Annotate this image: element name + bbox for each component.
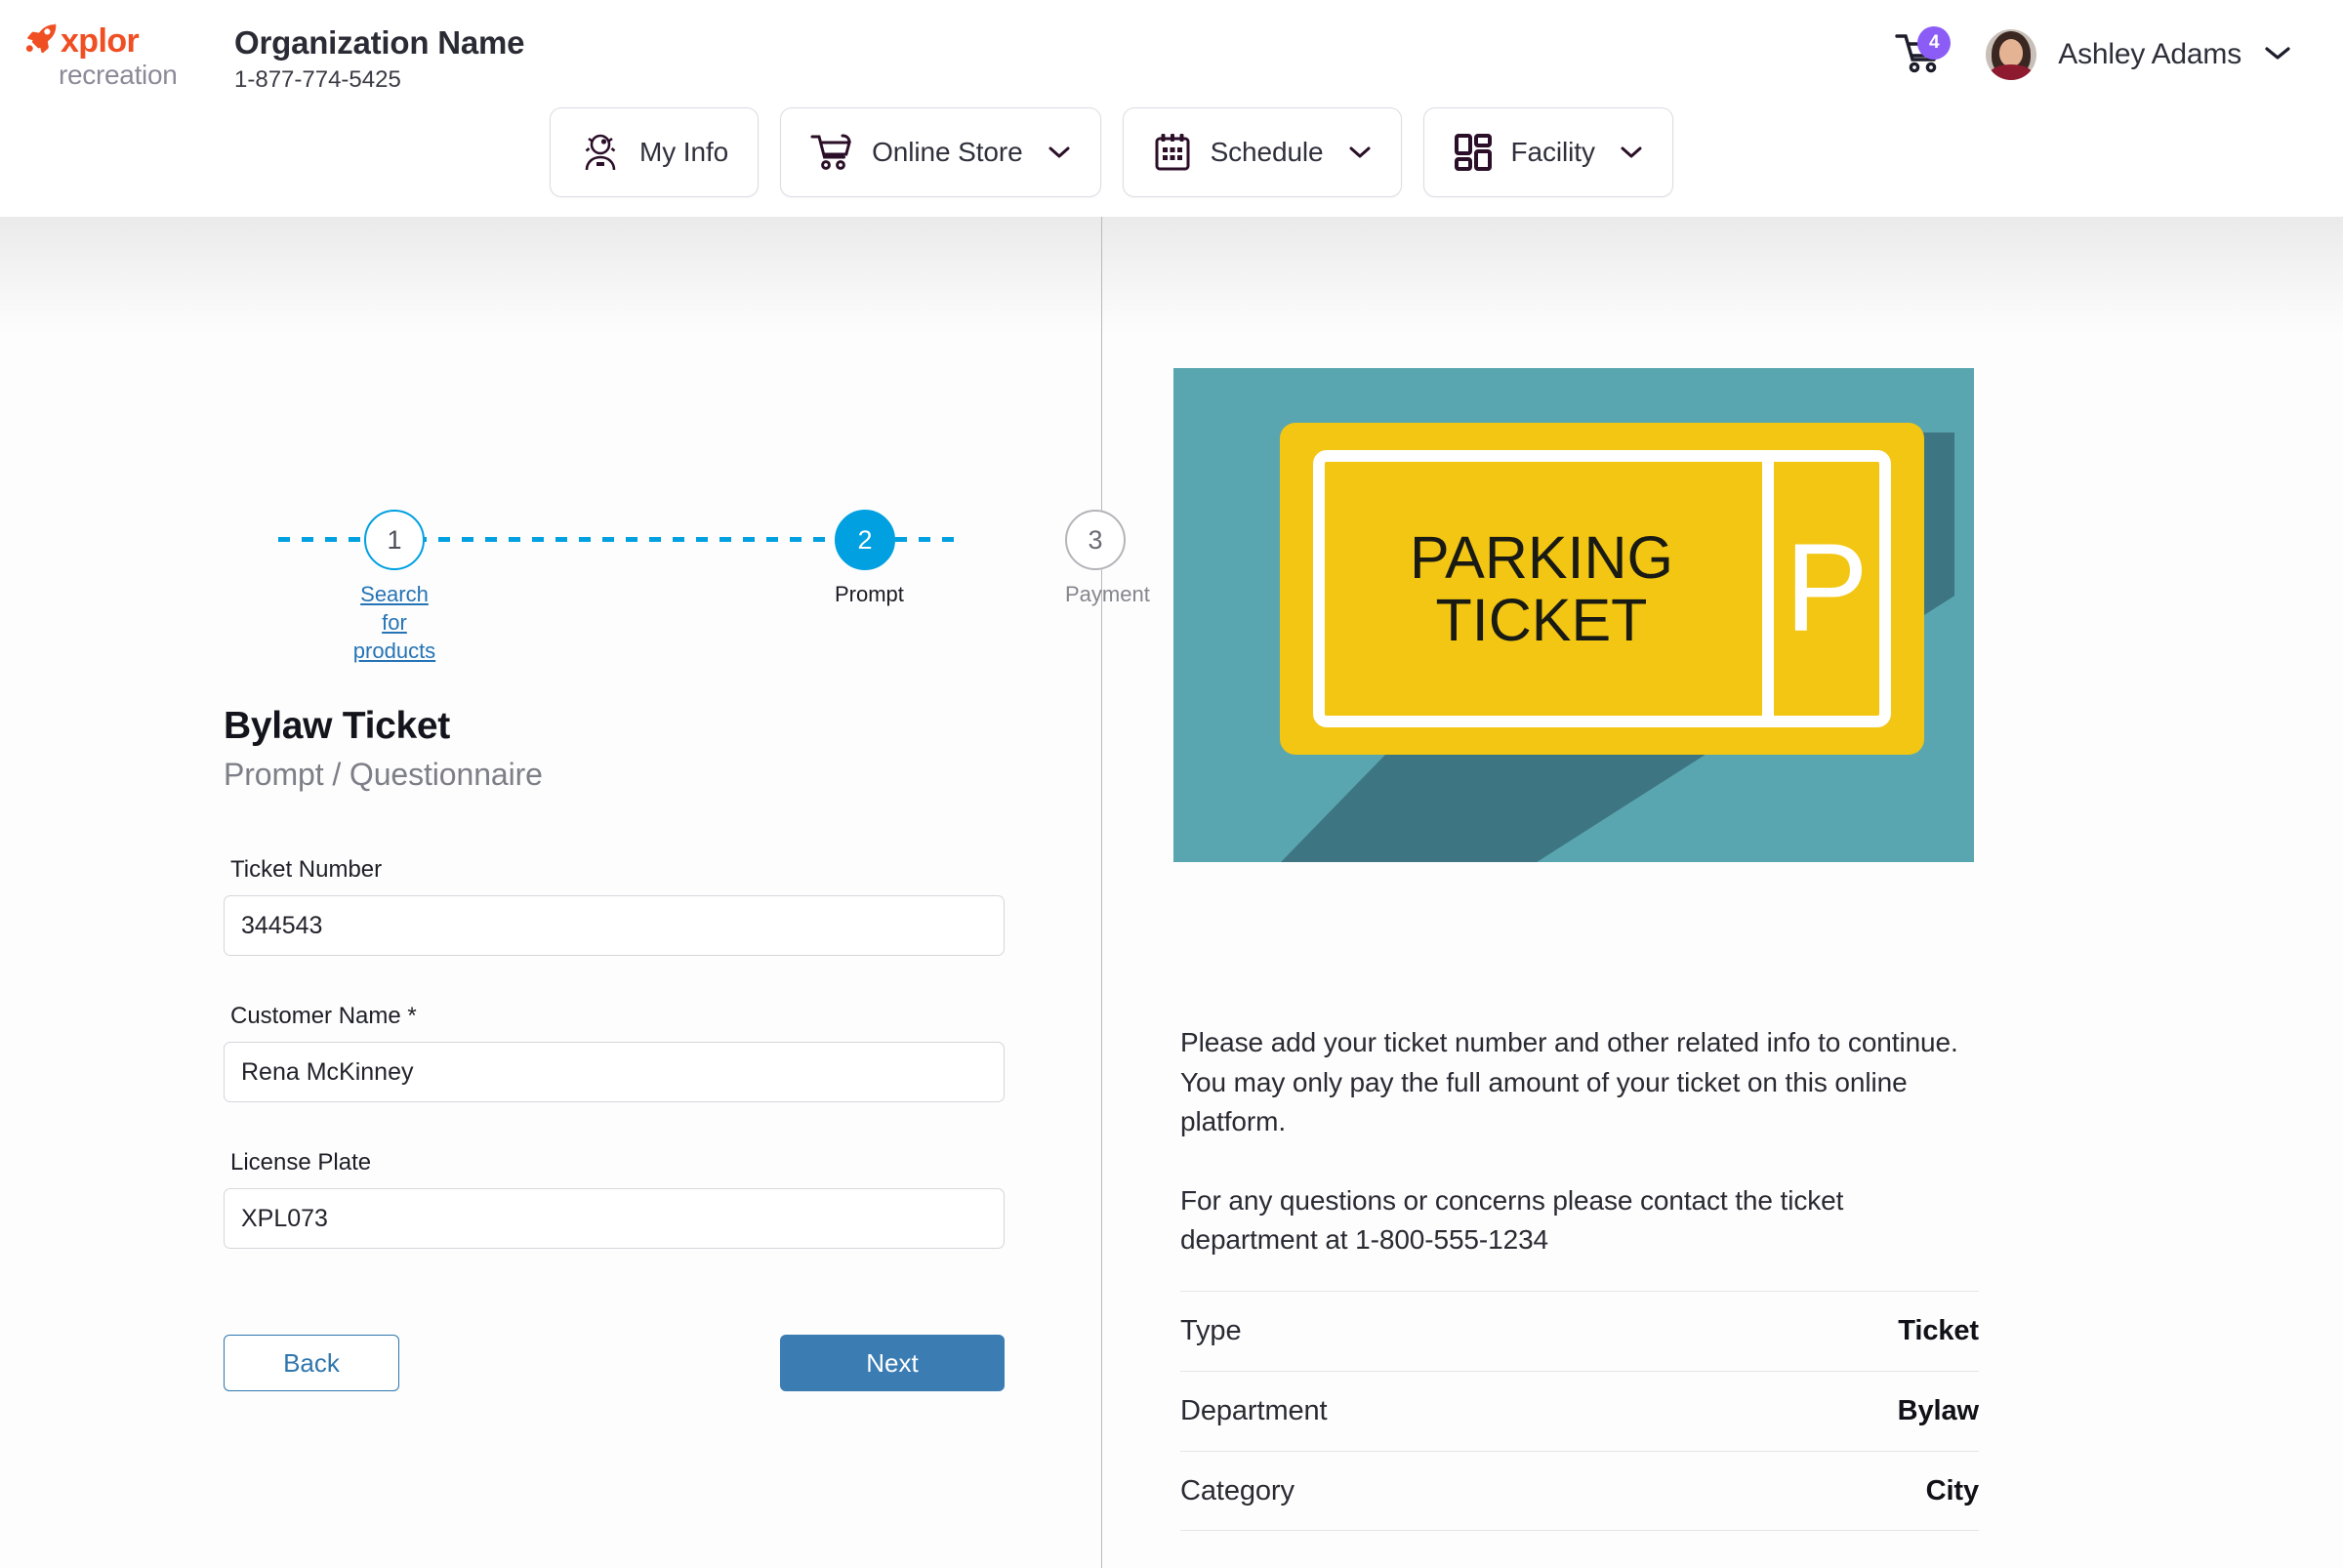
checkout-stepper: 1 Search for products 2 Prompt 3 Payment xyxy=(278,510,1150,663)
ticket-line-2: TICKET xyxy=(1435,587,1648,653)
detail-value: Bylaw xyxy=(1897,1395,1979,1426)
nav-item-online-store[interactable]: Online Store xyxy=(780,107,1101,197)
table-row: Department Bylaw xyxy=(1180,1371,1979,1451)
detail-value: Ticket xyxy=(1898,1315,1979,1346)
table-row: Type Ticket xyxy=(1180,1291,1979,1371)
nav-item-facility[interactable]: Facility xyxy=(1422,107,1673,197)
user-name: Ashley Adams xyxy=(2058,38,2241,70)
field-license-plate: License Plate xyxy=(224,1149,1005,1249)
stepper-step-2-number: 2 xyxy=(835,510,895,570)
shopping-cart-icon xyxy=(810,133,853,172)
logo-wordmark-secondary: recreation xyxy=(59,60,178,90)
astronaut-person-icon xyxy=(580,132,621,173)
field-label-license-plate: License Plate xyxy=(230,1149,372,1176)
prompt-form: Ticket Number Customer Name * License Pl… xyxy=(224,856,1005,1296)
field-ticket-number: Ticket Number xyxy=(224,856,1005,956)
detail-value: City xyxy=(1925,1474,1979,1506)
stepper-step-1-label[interactable]: Search for products xyxy=(347,580,442,665)
detail-key: Category xyxy=(1180,1474,1295,1506)
page-title: Bylaw Ticket xyxy=(224,705,450,747)
nav-label: Schedule xyxy=(1210,137,1324,167)
stepper-step-1[interactable]: 1 Search for products xyxy=(353,510,435,665)
organization-phone: 1-877-774-5425 xyxy=(234,66,401,94)
cart-button[interactable]: 4 xyxy=(1894,26,1952,79)
table-row: Category City xyxy=(1180,1451,1979,1531)
nav-item-schedule[interactable]: Schedule xyxy=(1122,107,1402,197)
ticket-p-badge: P xyxy=(1774,462,1879,716)
calendar-icon xyxy=(1153,132,1192,173)
chevron-down-icon xyxy=(1348,144,1372,160)
main-navigation: My Info Online Store Schedule Facility xyxy=(550,107,1673,197)
stepper-line-3-end xyxy=(895,537,966,542)
avatar xyxy=(1986,29,2037,80)
page-subtitle: Prompt / Questionnaire xyxy=(224,757,543,792)
next-button[interactable]: Next xyxy=(780,1335,1005,1391)
page-body: 1 Search for products 2 Prompt 3 Payment… xyxy=(0,217,2343,1568)
logo-wordmark-primary: xplor xyxy=(61,21,140,60)
organization-block: Organization Name 1-877-774-5425 xyxy=(234,21,525,95)
app-header: xplor recreation Organization Name 1-877… xyxy=(0,0,2343,217)
stepper-step-2[interactable]: 2 Prompt xyxy=(835,510,904,608)
chevron-down-icon[interactable] xyxy=(2263,43,2292,67)
nav-label: Online Store xyxy=(872,137,1023,167)
description-paragraph-2: For any questions or concerns please con… xyxy=(1180,1184,1844,1256)
ticket-p-letter: P xyxy=(1785,518,1869,659)
description-paragraph-1: Please add your ticket number and other … xyxy=(1180,1027,1958,1137)
left-column: 1 Search for products 2 Prompt 3 Payment… xyxy=(0,217,1150,1568)
right-column: PARKING TICKET P Please add your ticket … xyxy=(1102,217,2343,1568)
field-label-ticket-number: Ticket Number xyxy=(230,856,383,883)
form-actions: Back Next xyxy=(224,1335,1005,1391)
back-button[interactable]: Back xyxy=(224,1335,399,1391)
field-customer-name: Customer Name * xyxy=(224,1003,1005,1102)
nav-label: My Info xyxy=(639,137,729,167)
organization-name: Organization Name xyxy=(234,24,525,61)
product-description: Please add your ticket number and other … xyxy=(1180,1023,1981,1260)
grid-blocks-icon xyxy=(1454,133,1493,172)
detail-key: Department xyxy=(1180,1395,1328,1426)
customer-name-input[interactable] xyxy=(224,1042,1005,1102)
chevron-down-icon xyxy=(1620,144,1643,160)
stepper-step-2-label: Prompt xyxy=(835,582,904,606)
ticket-line-1: PARKING xyxy=(1409,523,1674,591)
user-menu[interactable]: Ashley Adams xyxy=(1986,29,2292,80)
detail-key: Type xyxy=(1180,1315,1242,1346)
stepper-step-1-number: 1 xyxy=(364,510,425,570)
stepper-line-1-2 xyxy=(415,537,843,542)
parking-ticket-illustration: PARKING TICKET P xyxy=(1173,368,1974,862)
ticket-number-input[interactable] xyxy=(224,895,1005,956)
nav-item-my-info[interactable]: My Info xyxy=(550,107,760,197)
license-plate-input[interactable] xyxy=(224,1188,1005,1249)
cart-badge: 4 xyxy=(1917,26,1952,60)
ticket-card: PARKING TICKET P xyxy=(1280,423,1924,755)
xplor-recreation-logo[interactable]: xplor recreation xyxy=(25,21,193,92)
stepper-line-start xyxy=(278,537,364,542)
field-label-customer-name: Customer Name * xyxy=(230,1003,417,1029)
ticket-divider xyxy=(1762,462,1774,716)
chevron-down-icon xyxy=(1048,144,1071,160)
brand-block: xplor recreation Organization Name 1-877… xyxy=(25,21,525,95)
rocket-icon xyxy=(25,22,59,58)
header-actions: 4 Ashley Adams xyxy=(1894,26,2292,80)
product-detail-table: Type Ticket Department Bylaw Category Ci… xyxy=(1180,1291,1979,1531)
nav-label: Facility xyxy=(1510,137,1595,167)
